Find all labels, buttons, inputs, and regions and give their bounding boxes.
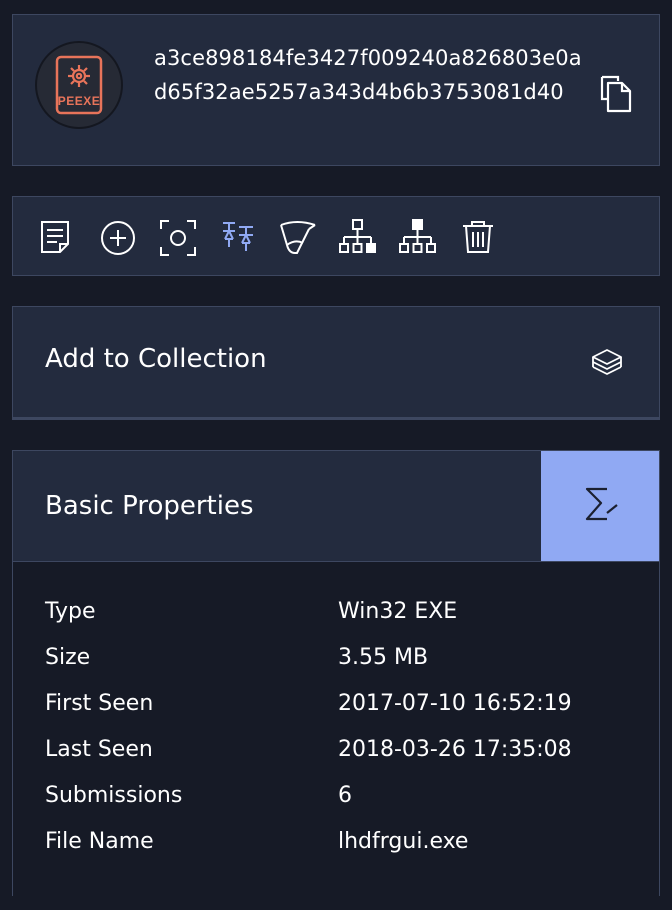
- property-row-last-seen: Last Seen 2018-03-26 17:35:08: [45, 727, 645, 773]
- add-to-collection-button[interactable]: Add to Collection: [12, 306, 660, 420]
- copy-icon[interactable]: [598, 73, 634, 113]
- sigma-icon[interactable]: [541, 451, 659, 561]
- property-key: Submissions: [45, 783, 183, 808]
- basic-properties-header: Basic Properties: [13, 451, 659, 562]
- property-value: 3.55 MB: [338, 645, 429, 670]
- file-hash: a3ce898184fe3427f009240a826803e0ad65f32a…: [154, 46, 582, 104]
- property-value: 2017-07-10 16:52:19: [338, 691, 572, 716]
- property-row-first-seen: First Seen 2017-07-10 16:52:19: [45, 681, 645, 727]
- add-to-collection-label: Add to Collection: [45, 344, 267, 374]
- property-value: Win32 EXE: [338, 599, 458, 624]
- property-row-type: Type Win32 EXE: [45, 589, 645, 635]
- property-value: 2018-03-26 17:35:08: [338, 737, 572, 762]
- pin-icon[interactable]: [217, 217, 257, 257]
- funnel-icon[interactable]: [277, 217, 317, 257]
- action-toolbar: [12, 196, 660, 276]
- property-key: Type: [45, 599, 96, 624]
- property-row-submissions: Submissions 6: [45, 773, 645, 819]
- basic-properties-title: Basic Properties: [45, 491, 254, 521]
- property-row-size: Size 3.55 MB: [45, 635, 645, 681]
- property-row-file-name: File Name lhdfrgui.exe: [45, 819, 645, 865]
- stack-icon: [589, 345, 625, 381]
- basic-properties-panel: Basic Properties Type Win32 EXE Size 3.5…: [12, 450, 660, 896]
- peexe-file-icon: PEEXE: [35, 41, 123, 129]
- property-key: First Seen: [45, 691, 154, 716]
- basic-properties-table: Type Win32 EXE Size 3.55 MB First Seen 2…: [13, 562, 659, 896]
- property-value: lhdfrgui.exe: [338, 829, 469, 854]
- add-icon[interactable]: [97, 217, 137, 257]
- report-icon[interactable]: [37, 217, 77, 257]
- file-type-badge: PEEXE: [58, 94, 101, 108]
- property-key: File Name: [45, 829, 154, 854]
- file-header: PEEXE a3ce898184fe3427f009240a826803e0ad…: [12, 14, 660, 166]
- graph-outline-icon[interactable]: [337, 217, 377, 257]
- property-value: 6: [338, 783, 352, 808]
- graph-filled-icon[interactable]: [397, 217, 437, 257]
- trash-icon[interactable]: [457, 217, 497, 257]
- property-key: Last Seen: [45, 737, 153, 762]
- screenshot-icon[interactable]: [157, 217, 197, 257]
- property-key: Size: [45, 645, 91, 670]
